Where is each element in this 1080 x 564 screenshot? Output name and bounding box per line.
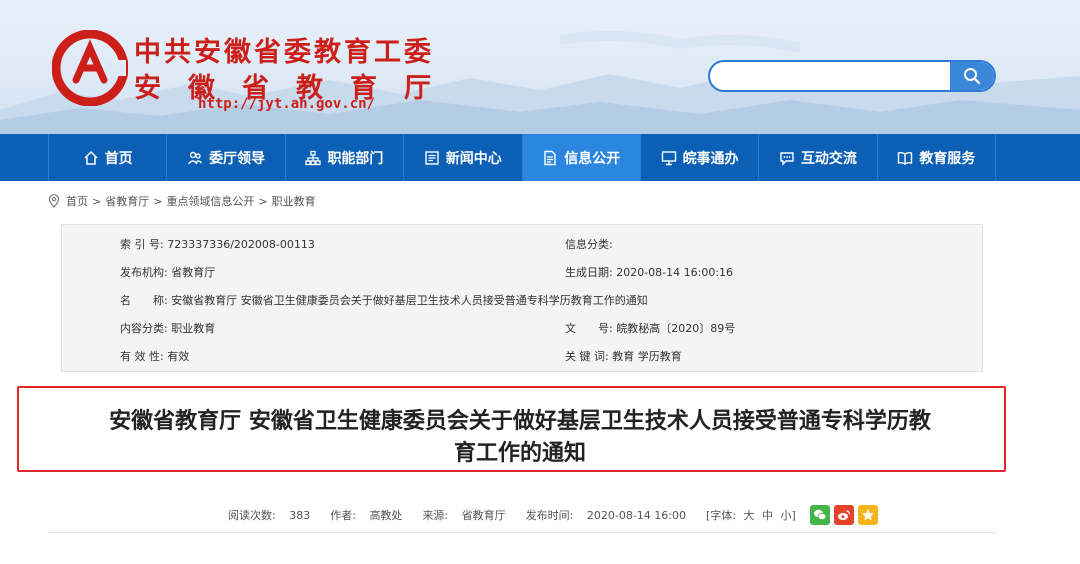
meta-value: 职业教育 [171, 322, 216, 335]
meta-index-no: 索 引 号: 723337336/202008-00113 [120, 236, 315, 252]
meta-keywords: 关 键 词: 教育 学历教育 [565, 348, 682, 364]
logo-icon [52, 30, 128, 106]
weibo-icon [837, 510, 850, 520]
breadcrumb: 首页 > 省教育厅 > 重点领域信息公开 > 职业教育 [48, 193, 316, 209]
document-meta-box: 索 引 号: 723337336/202008-00113 信息分类: 发布机构… [61, 224, 983, 372]
source-value: 省教育厅 [461, 509, 506, 522]
monitor-icon [661, 150, 676, 165]
star-icon [861, 509, 874, 521]
author-value: 高教处 [369, 509, 403, 522]
breadcrumb-department[interactable]: 省教育厅 [105, 193, 149, 209]
document-icon [544, 150, 556, 165]
leaders-icon [188, 151, 203, 164]
meta-value: 省教育厅 [171, 266, 216, 279]
font-size-medium[interactable]: 中 [762, 509, 773, 522]
nav-item-label: 委厅领导 [209, 150, 266, 167]
meta-value: 皖教秘高〔2020〕89号 [616, 322, 736, 335]
site-header: 中共安徽省委教育工委 安徽省教育厅 http://jyt.ah.gov.cn/ [0, 0, 1080, 134]
search-box [708, 60, 996, 92]
views-count: 阅读次数: 383 [228, 507, 320, 523]
meta-label: 关 键 词: [565, 350, 609, 363]
meta-label: 内容分类: [120, 322, 168, 335]
meta-label: 文 号: [565, 322, 613, 335]
breadcrumb-separator: > [258, 194, 268, 208]
meta-name: 名 称: 安徽省教育厅 安徽省卫生健康委员会关于做好基层卫生技术人员接受普通专科… [120, 292, 648, 308]
site-url[interactable]: http://jyt.ah.gov.cn/ [198, 96, 375, 112]
share-qzone-button[interactable] [857, 505, 878, 525]
meta-created-date: 生成日期: 2020-08-14 16:00:16 [565, 264, 733, 280]
meta-label: 信息分类: [565, 238, 613, 251]
meta-validity: 有 效 性: 有效 [120, 348, 189, 364]
nav-item-label: 皖事通办 [682, 150, 739, 167]
meta-label: 有 效 性: [120, 350, 164, 363]
breadcrumb-home[interactable]: 首页 [66, 193, 88, 209]
main-nav: 首页 委厅领导 职能部门 新闻中心 信息公开 皖事通办 互动交流 教育服务 [0, 134, 1080, 181]
nav-item-label: 新闻中心 [445, 150, 502, 167]
nav-item-departments[interactable]: 职能部门 [284, 134, 403, 181]
article-title: 安徽省教育厅 安徽省卫生健康委员会关于做好基层卫生技术人员接受普通专科学历教 育… [45, 406, 995, 470]
nav-item-services[interactable]: 皖事通办 [639, 134, 758, 181]
nav-item-label: 职能部门 [327, 150, 384, 167]
meta-value: 安徽省教育厅 安徽省卫生健康委员会关于做好基层卫生技术人员接受普通专科学历教育工… [171, 294, 648, 307]
article-title-line1: 安徽省教育厅 安徽省卫生健康委员会关于做好基层卫生技术人员接受普通专科学历教 [109, 409, 931, 434]
nav-item-education-services[interactable]: 教育服务 [876, 134, 996, 181]
location-pin-icon [48, 194, 60, 208]
views-label: 阅读次数: [228, 509, 276, 522]
nav-item-home[interactable]: 首页 [48, 134, 166, 181]
nav-item-label: 信息公开 [564, 150, 621, 167]
meta-label: 索 引 号: [120, 238, 164, 251]
font-size-control: [字体: 大 中 小] [706, 507, 800, 523]
nav-item-label: 互动交流 [800, 150, 857, 167]
font-size-large[interactable]: 大 [744, 509, 755, 522]
source-label: 来源: [422, 509, 449, 522]
meta-value: 教育 学历教育 [612, 350, 682, 363]
search-icon [964, 68, 981, 85]
nav-item-label: 教育服务 [919, 150, 976, 167]
chat-icon [780, 151, 794, 166]
font-size-label: [字体: [706, 509, 736, 522]
meta-value: 有效 [167, 350, 190, 363]
meta-info-category: 信息分类: [565, 236, 613, 252]
meta-publisher: 发布机构: 省教育厅 [120, 264, 215, 280]
breadcrumb-current[interactable]: 职业教育 [272, 193, 316, 209]
nav-item-interaction[interactable]: 互动交流 [758, 134, 876, 181]
font-size-small[interactable]: 小] [781, 509, 796, 522]
meta-label: 生成日期: [565, 266, 613, 279]
title-highlight-box: 安徽省教育厅 安徽省卫生健康委员会关于做好基层卫生技术人员接受普通专科学历教 育… [17, 386, 1006, 472]
share-weibo-button[interactable] [833, 505, 854, 525]
search-button[interactable] [950, 62, 994, 90]
views-value: 383 [289, 509, 311, 522]
nav-item-label: 首页 [104, 150, 133, 167]
search-input[interactable] [722, 62, 948, 90]
wechat-icon [813, 509, 827, 521]
home-icon [84, 150, 98, 165]
publish-time: 发布时间: 2020-08-14 16:00 [526, 507, 696, 523]
meta-content-category: 内容分类: 职业教育 [120, 320, 215, 336]
content-divider [48, 532, 996, 533]
article-meta: 阅读次数: 383 作者: 高教处 来源: 省教育厅 发布时间: 2020-08… [228, 505, 882, 525]
source: 来源: 省教育厅 [422, 507, 515, 523]
time-label: 发布时间: [525, 509, 574, 522]
org-chart-icon [305, 150, 322, 165]
share-wechat-button[interactable] [809, 505, 830, 525]
nav-item-news[interactable]: 新闻中心 [403, 134, 521, 181]
article-title-line2: 育工作的通知 [453, 441, 586, 466]
breadcrumb-section[interactable]: 重点领域信息公开 [166, 193, 254, 209]
nav-item-leaders[interactable]: 委厅领导 [166, 134, 284, 181]
nav-item-info-disclosure[interactable]: 信息公开 [521, 134, 640, 181]
meta-value: 723337336/202008-00113 [167, 238, 315, 251]
site-title-line1: 中共安徽省委教育工委 [134, 37, 434, 68]
breadcrumb-separator: > [153, 194, 163, 208]
author-label: 作者: [330, 509, 356, 522]
time-value: 2020-08-14 16:00 [586, 509, 686, 522]
meta-label: 名 称: [120, 294, 168, 307]
meta-value: 2020-08-14 16:00:16 [616, 266, 734, 279]
book-icon [898, 151, 913, 165]
meta-label: 发布机构: [120, 266, 168, 279]
meta-doc-no: 文 号: 皖教秘高〔2020〕89号 [565, 320, 735, 336]
author: 作者: 高教处 [330, 507, 412, 523]
breadcrumb-separator: > [92, 194, 102, 208]
news-icon [425, 150, 439, 165]
